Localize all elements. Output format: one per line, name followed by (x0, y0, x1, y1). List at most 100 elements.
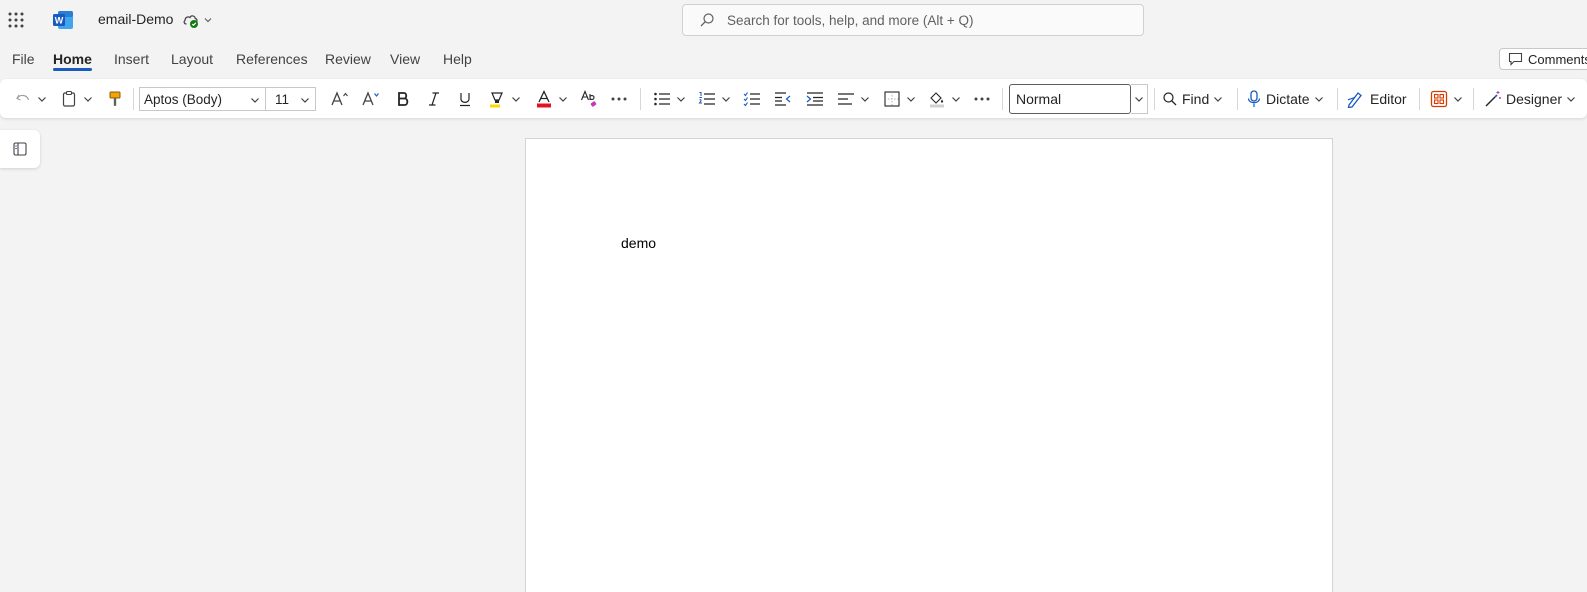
toolbar-divider (1002, 88, 1003, 110)
highlight-dropdown[interactable] (509, 86, 523, 112)
app-launcher-icon[interactable] (6, 10, 26, 30)
clear-formatting-button[interactable] (578, 86, 600, 112)
tab-file[interactable]: File (12, 51, 35, 71)
clipboard-icon (62, 90, 76, 107)
toolbar-divider (1237, 88, 1238, 110)
chevron-down-icon (38, 97, 46, 102)
search-placeholder: Search for tools, help, and more (Alt + … (727, 12, 974, 28)
align-button[interactable] (835, 86, 857, 112)
document-page[interactable]: demo (525, 138, 1333, 592)
more-font-options-button[interactable] (608, 86, 630, 112)
chevron-down-icon (907, 97, 915, 102)
editor-button[interactable]: Editor (1346, 86, 1414, 112)
checklist-button[interactable] (741, 86, 763, 112)
highlight-button[interactable] (486, 86, 508, 112)
borders-icon (884, 91, 900, 107)
shading-dropdown[interactable] (949, 86, 963, 112)
paint-bucket-icon (930, 92, 944, 108)
search-icon (1163, 92, 1177, 106)
document-title[interactable]: email-Demo (98, 11, 173, 27)
chevron-down-icon (1314, 97, 1323, 102)
font-color-dropdown[interactable] (556, 86, 570, 112)
style-value: Normal (1016, 91, 1062, 107)
undo-button[interactable] (12, 86, 34, 112)
bold-button[interactable] (392, 86, 414, 112)
tab-review[interactable]: Review (325, 51, 371, 71)
more-icon (611, 97, 627, 101)
designer-label: Designer (1506, 91, 1563, 107)
font-size-value: 11 (275, 91, 290, 107)
dictate-button[interactable]: Dictate (1246, 86, 1331, 112)
shrink-font-button[interactable] (359, 86, 383, 112)
italic-button[interactable] (423, 86, 445, 112)
font-color-button[interactable] (533, 86, 555, 112)
chevron-down-icon (1135, 97, 1143, 102)
bold-icon (398, 92, 409, 106)
more-icon (974, 97, 990, 101)
designer-button[interactable]: Designer (1484, 86, 1587, 112)
document-body-text[interactable]: demo (621, 235, 656, 251)
comment-icon (1508, 52, 1523, 66)
increase-indent-button[interactable] (804, 86, 826, 112)
editor-icon (1347, 92, 1362, 108)
active-tab-indicator (53, 68, 92, 71)
style-dropdown[interactable] (1131, 84, 1148, 114)
more-paragraph-options-button[interactable] (971, 86, 993, 112)
font-name-dropdown[interactable]: Aptos (Body) (139, 87, 266, 111)
dictate-label: Dictate (1266, 91, 1310, 107)
italic-icon (429, 92, 439, 106)
navigation-pane-icon (13, 142, 27, 156)
bullets-dropdown[interactable] (674, 86, 688, 112)
microphone-icon (1247, 90, 1261, 107)
underline-icon (460, 93, 470, 107)
tab-references[interactable]: References (236, 51, 308, 71)
paste-button[interactable] (58, 86, 80, 112)
numbered-list-icon (698, 92, 715, 105)
tab-insert[interactable]: Insert (114, 51, 149, 71)
toolbar-divider (1473, 88, 1474, 110)
tab-view[interactable]: View (390, 51, 420, 71)
word-logo-icon: W (52, 10, 74, 30)
bullets-button[interactable] (651, 86, 673, 112)
toolbar-divider (1154, 88, 1155, 110)
chevron-down-icon (677, 97, 685, 102)
highlighter-icon (490, 92, 503, 108)
format-painter-icon (109, 91, 121, 106)
chevron-down-icon (559, 97, 567, 102)
numbering-dropdown[interactable] (719, 86, 733, 112)
find-button[interactable]: Find (1162, 86, 1230, 112)
cloud-saved-icon[interactable] (182, 11, 200, 29)
paste-dropdown[interactable] (81, 86, 95, 112)
tab-layout[interactable]: Layout (171, 51, 213, 71)
chevron-down-icon (722, 97, 730, 102)
add-ins-icon (1430, 90, 1448, 108)
shading-button[interactable] (926, 86, 948, 112)
borders-button[interactable] (881, 86, 903, 112)
chevron-down-icon (84, 97, 92, 102)
toolbar-divider (640, 88, 641, 110)
chevron-down-icon (301, 98, 309, 103)
chevron-down-icon[interactable] (203, 15, 213, 25)
grow-font-button[interactable] (328, 86, 352, 112)
add-ins-dropdown[interactable] (1451, 86, 1465, 112)
style-selector[interactable]: Normal (1009, 84, 1131, 114)
font-size-dropdown[interactable]: 11 (265, 87, 316, 111)
search-box[interactable]: Search for tools, help, and more (Alt + … (682, 4, 1144, 36)
align-left-icon (838, 93, 854, 105)
align-dropdown[interactable] (858, 86, 872, 112)
toolbar-divider (133, 88, 134, 110)
decrease-indent-button[interactable] (772, 86, 794, 112)
svg-text:W: W (55, 16, 64, 26)
format-painter-button[interactable] (104, 86, 126, 112)
undo-icon (16, 94, 30, 101)
add-ins-button[interactable] (1428, 86, 1450, 112)
bullet-list-icon (654, 92, 670, 106)
shrink-font-icon (362, 91, 379, 106)
navigation-pane-button[interactable] (0, 130, 40, 168)
undo-dropdown[interactable] (35, 86, 49, 112)
numbering-button[interactable] (696, 86, 718, 112)
comments-button[interactable]: Comments (1499, 48, 1587, 70)
borders-dropdown[interactable] (904, 86, 918, 112)
tab-help[interactable]: Help (443, 51, 472, 71)
underline-button[interactable] (454, 86, 476, 112)
